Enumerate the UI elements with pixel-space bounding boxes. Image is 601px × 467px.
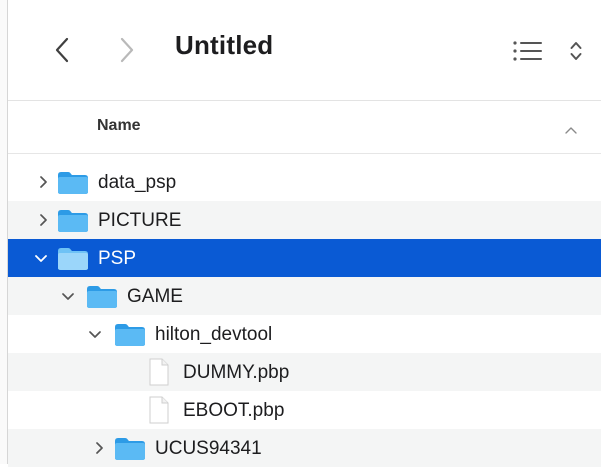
document-icon bbox=[149, 358, 169, 386]
list-item[interactable]: UCUS94341 bbox=[8, 429, 601, 467]
view-options-button[interactable] bbox=[512, 36, 552, 66]
disclosure-collapsed-icon[interactable] bbox=[36, 175, 50, 189]
name-column-header[interactable]: Name bbox=[97, 117, 141, 135]
document-icon bbox=[149, 396, 169, 424]
disclosure-collapsed-icon[interactable] bbox=[36, 213, 50, 227]
disclosure-expanded-icon[interactable] bbox=[88, 327, 102, 341]
list-item-selected[interactable]: PSP bbox=[8, 239, 601, 277]
chevron-left-icon bbox=[55, 37, 69, 63]
chevron-right-icon bbox=[120, 37, 134, 63]
folder-icon bbox=[58, 210, 88, 232]
up-down-chevron-icon bbox=[570, 42, 582, 60]
item-label: hilton_devtool bbox=[155, 324, 273, 345]
disclosure-expanded-icon[interactable] bbox=[34, 251, 48, 265]
item-label: EBOOT.pbp bbox=[183, 400, 285, 421]
back-button[interactable] bbox=[49, 32, 75, 68]
item-label: GAME bbox=[127, 286, 183, 307]
sidebar-edge bbox=[0, 0, 8, 464]
sort-ascending-icon[interactable] bbox=[565, 121, 577, 139]
item-label: PICTURE bbox=[98, 210, 182, 231]
item-label: UCUS94341 bbox=[155, 438, 262, 459]
list-item[interactable]: GAME bbox=[8, 277, 601, 315]
finder-window: Untitled Name data_psp PICTURE PSP GAME … bbox=[0, 0, 601, 467]
view-options-menu-button[interactable] bbox=[566, 36, 586, 66]
item-label: data_psp bbox=[98, 172, 177, 193]
folder-icon bbox=[115, 324, 145, 346]
folder-icon bbox=[115, 438, 145, 460]
list-item[interactable]: hilton_devtool bbox=[8, 315, 601, 353]
list-item[interactable]: DUMMY.pbp bbox=[8, 353, 601, 391]
disclosure-expanded-icon[interactable] bbox=[61, 289, 75, 303]
column-header: Name bbox=[8, 100, 601, 154]
folder-icon bbox=[58, 172, 88, 194]
window-title: Untitled bbox=[175, 30, 274, 60]
disclosure-collapsed-icon[interactable] bbox=[92, 441, 106, 455]
list-item[interactable]: EBOOT.pbp bbox=[8, 391, 601, 429]
item-label: DUMMY.pbp bbox=[183, 362, 290, 383]
folder-icon bbox=[87, 286, 117, 308]
list-item[interactable]: data_psp bbox=[8, 163, 601, 201]
item-label: PSP bbox=[98, 248, 137, 269]
forward-button[interactable] bbox=[114, 32, 140, 68]
list-item[interactable]: PICTURE bbox=[8, 201, 601, 239]
toolbar: Untitled bbox=[8, 0, 601, 100]
folder-icon bbox=[58, 248, 88, 270]
list-view-icon bbox=[513, 41, 542, 61]
